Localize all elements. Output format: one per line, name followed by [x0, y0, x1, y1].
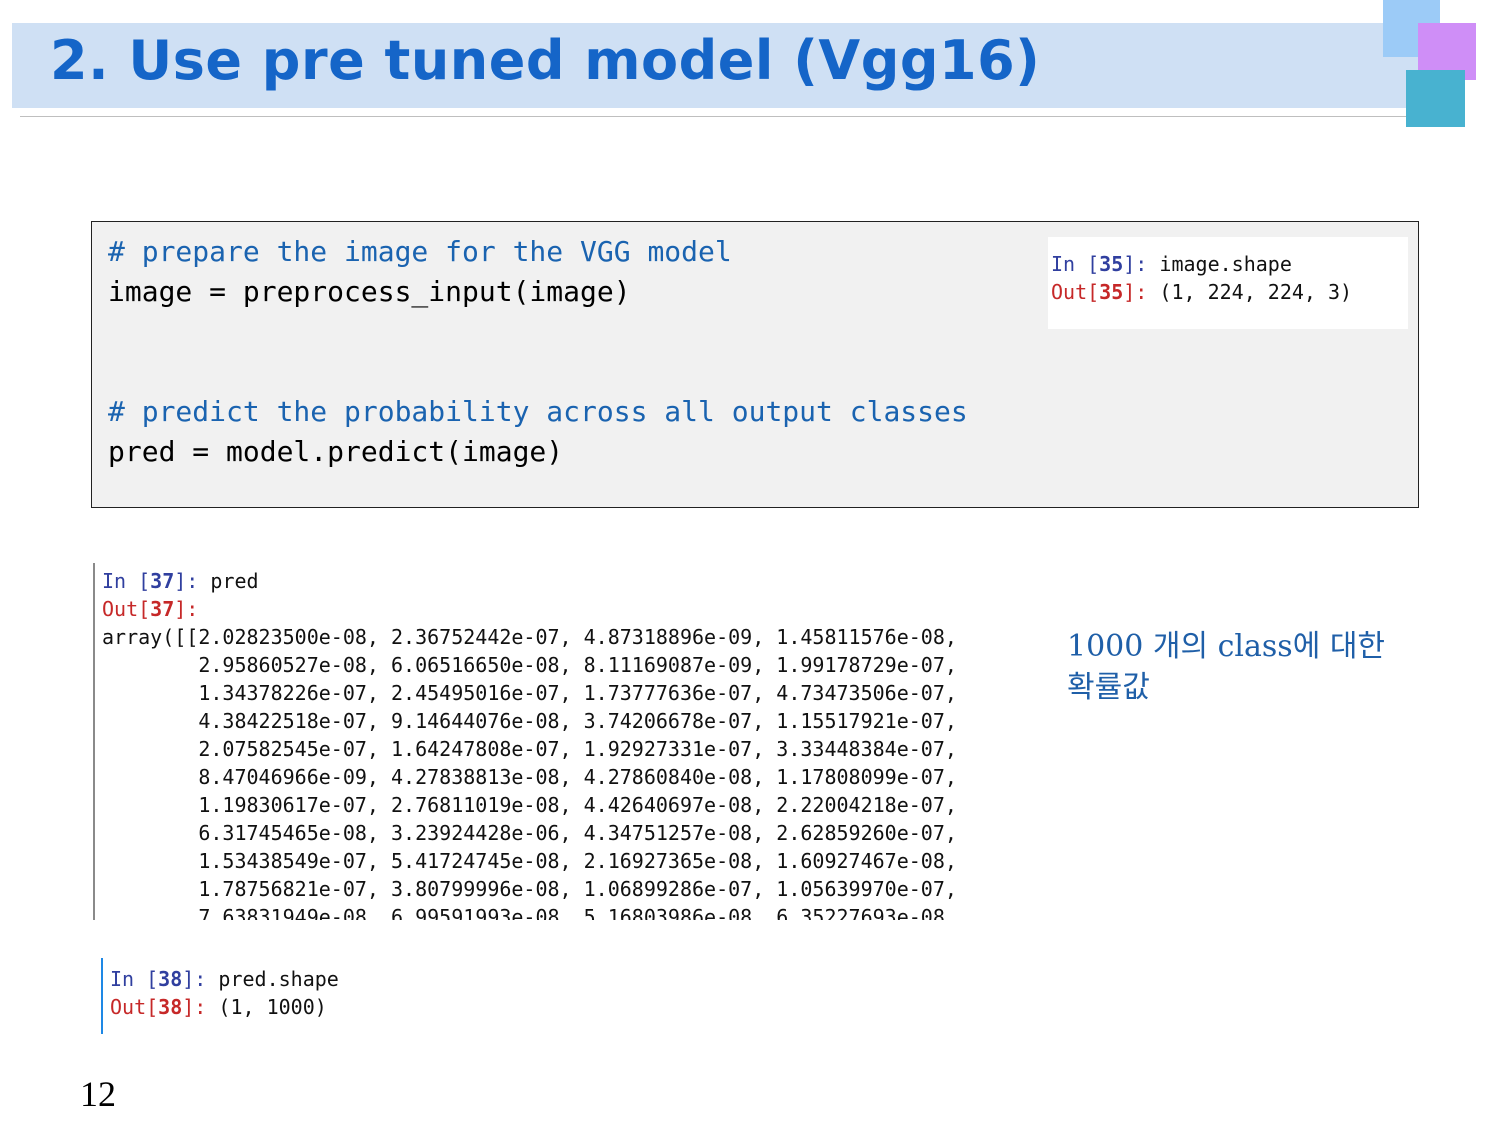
output-line: 1.78756821e-07, 3.80799996e-08, 1.068992… — [102, 877, 957, 901]
in-prompt-suffix: ]: — [174, 569, 199, 593]
cell-37-input: pred — [210, 569, 259, 593]
cell-border — [101, 958, 103, 1034]
cell-35-output-line: Out[35]: (1, 224, 224, 3) — [1051, 282, 1352, 302]
out-prompt-suffix: ]: — [182, 995, 207, 1019]
execution-count: 38 — [158, 967, 183, 991]
output-line: 4.38422518e-07, 9.14644076e-08, 3.742066… — [102, 709, 957, 733]
output-line: array([[2.02823500e-08, 2.36752442e-07, … — [102, 625, 957, 649]
output-line: 8.47046966e-09, 4.27838813e-08, 4.278608… — [102, 765, 957, 789]
cell-37-input-line: In [37]: pred — [102, 571, 259, 591]
out-prompt: Out[ — [102, 597, 151, 621]
out-prompt-suffix: ]: — [1123, 280, 1148, 304]
output-line: 1.34378226e-07, 2.45495016e-07, 1.737776… — [102, 681, 957, 705]
output-line: 7.63831949e-08, 6.99591993e-08, 5.168039… — [102, 905, 957, 920]
in-prompt: In [ — [102, 569, 151, 593]
cell-38-input-line: In [38]: pred.shape — [110, 969, 339, 989]
execution-count: 35 — [1099, 280, 1124, 304]
cell-38-input: pred.shape — [218, 967, 339, 991]
title-divider — [20, 116, 1430, 117]
note-line-2: 확률값 — [1067, 670, 1150, 705]
cell-38-output-line: Out[38]: (1, 1000) — [110, 997, 327, 1017]
page-number: 12 — [80, 1074, 116, 1114]
notebook-cell-37: In [37]: pred Out[37]: array([[2.0282350… — [93, 563, 993, 920]
code-comment-predict: # predict the probability across all out… — [108, 395, 968, 428]
output-line: 1.19830617e-07, 2.76811019e-08, 4.426406… — [102, 793, 957, 817]
code-line-preprocess: image = preprocess_input(image) — [108, 275, 631, 308]
execution-count: 37 — [150, 569, 175, 593]
code-line-predict: pred = model.predict(image) — [108, 435, 564, 468]
in-prompt-suffix: ]: — [182, 967, 207, 991]
output-line: 2.07582545e-07, 1.64247808e-07, 1.929273… — [102, 737, 957, 761]
out-prompt: Out[ — [110, 995, 159, 1019]
cell-border — [93, 563, 95, 920]
out-prompt-suffix: ]: — [174, 597, 199, 621]
notebook-cell-38: In [38]: pred.shape Out[38]: (1, 1000) — [101, 958, 361, 1034]
cell-38-output: (1, 1000) — [218, 995, 327, 1019]
in-prompt-suffix: ]: — [1123, 252, 1148, 276]
code-comment-prepare: # prepare the image for the VGG model — [108, 235, 732, 268]
out-prompt: Out[ — [1051, 280, 1100, 304]
in-prompt: In [ — [110, 967, 159, 991]
notebook-cell-35: In [35]: image.shape Out[35]: (1, 224, 2… — [1048, 237, 1408, 329]
cell-37-output-prompt: Out[37]: — [102, 599, 198, 619]
cell-35-output: (1, 224, 224, 3) — [1159, 280, 1353, 304]
execution-count: 37 — [150, 597, 175, 621]
note-line-1: 1000 개의 class에 대한 — [1067, 629, 1386, 664]
in-prompt: In [ — [1051, 252, 1100, 276]
annotation-note: 1000 개의 class에 대한 확률값 — [1067, 626, 1427, 708]
execution-count: 38 — [158, 995, 183, 1019]
output-line: 1.53438549e-07, 5.41724745e-08, 2.169273… — [102, 849, 957, 873]
cell-35-input: image.shape — [1159, 252, 1292, 276]
slide-title: 2. Use pre tuned model (Vgg16) — [50, 29, 1041, 92]
output-line: 2.95860527e-08, 6.06516650e-08, 8.111690… — [102, 653, 957, 677]
deco-square-teal — [1406, 70, 1465, 127]
cell-35-input-line: In [35]: image.shape — [1051, 254, 1292, 274]
execution-count: 35 — [1099, 252, 1124, 276]
output-line: 6.31745465e-08, 3.23924428e-06, 4.347512… — [102, 821, 957, 845]
